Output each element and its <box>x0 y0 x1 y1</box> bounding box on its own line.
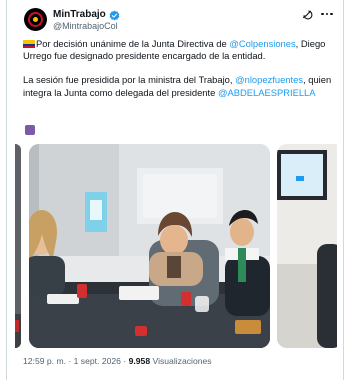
author-display-name[interactable]: MinTrabajo <box>53 9 106 21</box>
avatar[interactable] <box>24 8 47 31</box>
tweet-paragraph-2: La sesión fue presidida por la ministra … <box>23 74 341 98</box>
colombia-flag-icon <box>23 40 35 48</box>
tweet-date[interactable]: 1 sept. 2026 <box>74 356 121 366</box>
tweet-text: Por decisión unánime de la Junta Directi… <box>23 38 341 99</box>
photo-next[interactable] <box>277 144 337 348</box>
meeting-photo-image <box>29 144 270 348</box>
tweet-card[interactable]: MinTrabajo @MintrabajoCol Por decisión u… <box>6 0 344 380</box>
verified-badge-icon[interactable] <box>109 10 120 21</box>
purple-square-emoji <box>25 125 35 135</box>
views-label: Visualizaciones <box>150 356 212 366</box>
tweet-paragraph-1: Por decisión unánime de la Junta Directi… <box>23 38 341 62</box>
views-count: 9.958 <box>128 356 151 366</box>
mention-colpensiones-link[interactable]: @Colpensiones <box>229 38 295 49</box>
grok-icon[interactable] <box>301 8 313 20</box>
mention-abdelaespriella-link[interactable]: @ABDELAESPRIELLA <box>218 87 316 98</box>
author-name-row: MinTrabajo <box>53 8 120 22</box>
tweet-meta: 12:59 p. m. · 1 sept. 2026 · 9.958 Visua… <box>23 356 212 367</box>
photo-previous[interactable] <box>15 144 21 348</box>
more-options-icon[interactable] <box>319 7 335 21</box>
tweet-text-segment: Por decisión unánime de la Junta Directi… <box>36 38 230 49</box>
tweet-time[interactable]: 12:59 p. m. <box>23 356 66 366</box>
photo-next-image <box>277 144 337 348</box>
author-handle[interactable]: @MintrabajoCol <box>53 21 118 32</box>
tweet-text-segment: La sesión fue presidida por la ministra … <box>23 74 236 86</box>
media-carousel[interactable] <box>15 144 337 348</box>
meta-separator: · <box>66 356 74 366</box>
meta-separator: · <box>120 356 129 366</box>
mention-nlopezfuentes-link[interactable]: @nlopezfuentes <box>235 74 303 85</box>
avatar-logo-dot <box>33 17 38 22</box>
photo-meeting[interactable] <box>29 144 270 348</box>
photo-previous-image <box>15 144 21 348</box>
